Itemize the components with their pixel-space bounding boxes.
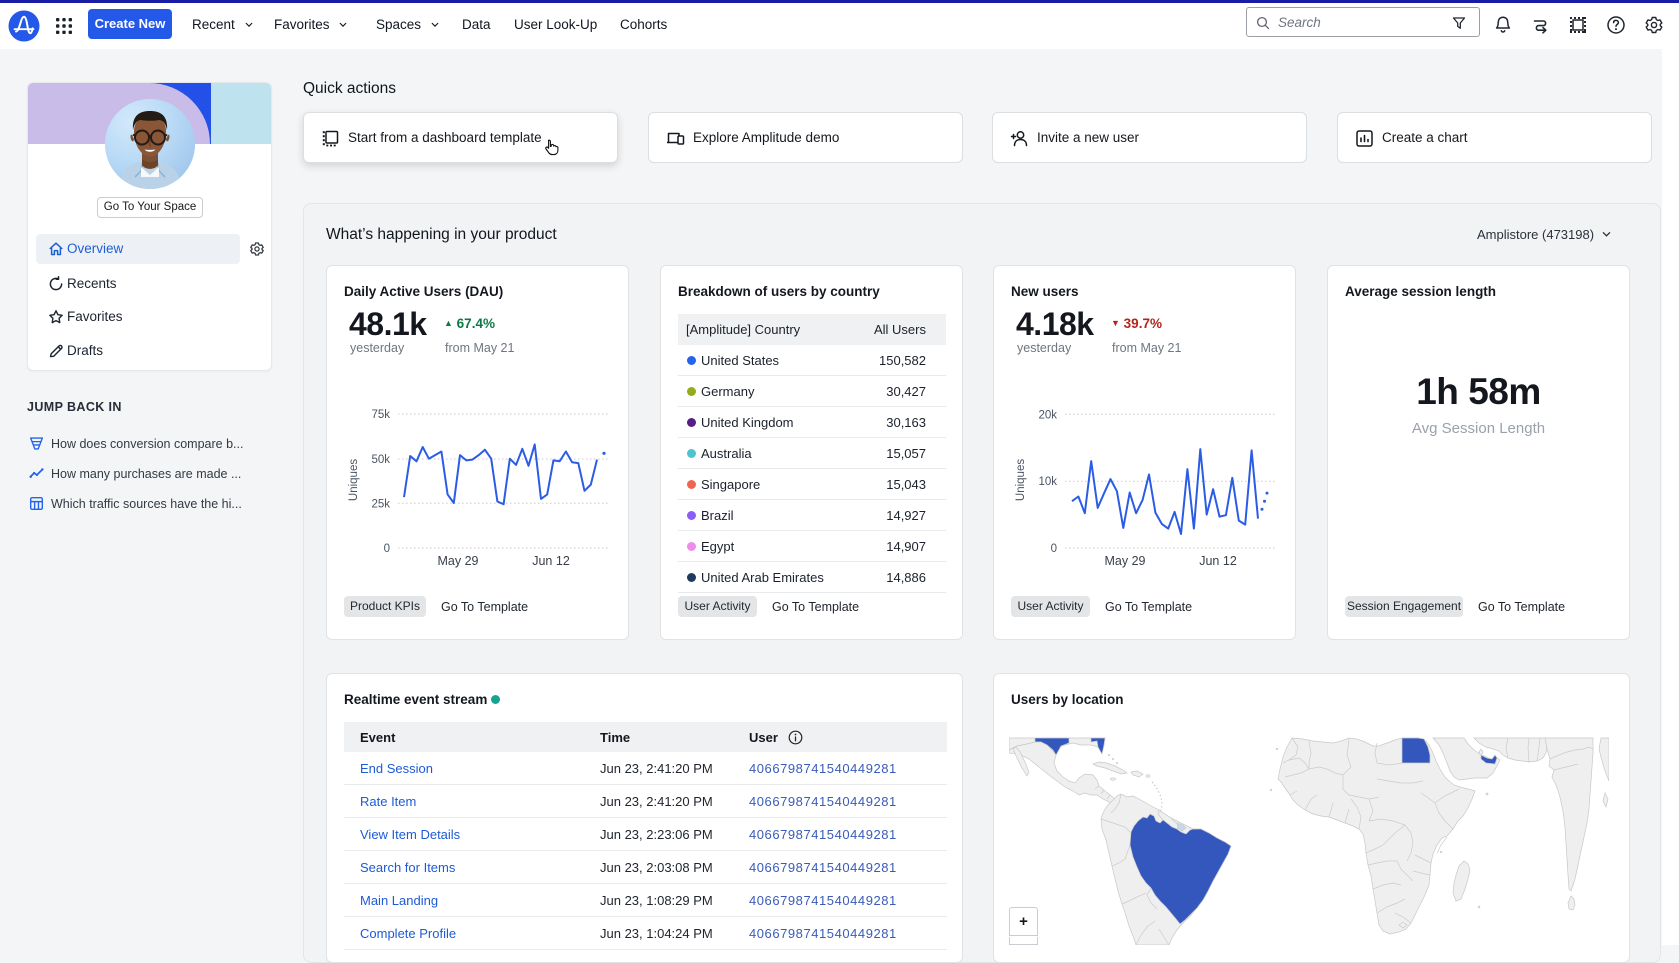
svg-text:20k: 20k: [1038, 409, 1057, 421]
svg-text:0: 0: [1051, 543, 1057, 555]
svg-text:25k: 25k: [371, 498, 390, 510]
svg-text:75k: 75k: [371, 409, 390, 421]
svg-text:Uniques: Uniques: [1015, 459, 1027, 501]
svg-text:May 29: May 29: [1105, 554, 1146, 568]
svg-text:May 29: May 29: [438, 554, 479, 568]
svg-text:Jun 12: Jun 12: [532, 554, 570, 568]
svg-text:50k: 50k: [371, 454, 390, 466]
svg-text:Jun 12: Jun 12: [1199, 554, 1237, 568]
svg-text:Uniques: Uniques: [348, 459, 360, 501]
svg-text:0: 0: [384, 543, 390, 555]
svg-text:10k: 10k: [1038, 476, 1057, 488]
